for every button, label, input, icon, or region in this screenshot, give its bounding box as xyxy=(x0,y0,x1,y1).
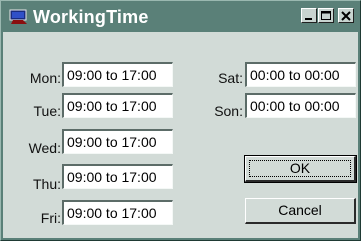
label-sat: Sat: xyxy=(218,70,243,86)
close-button[interactable] xyxy=(338,8,354,23)
field-mon[interactable]: 09:00 to 17:00 xyxy=(62,62,173,87)
cancel-button-label: Cancel xyxy=(278,202,322,218)
maximize-icon xyxy=(321,11,331,20)
label-mon: Mon: xyxy=(29,70,61,86)
field-tue[interactable]: 09:00 to 17:00 xyxy=(62,93,173,118)
window-title: WorkingTime xyxy=(33,7,149,27)
label-thu: Thu: xyxy=(32,176,61,192)
working-time-dialog: WorkingTime Mon: 09:00 to 17:00 Tue: 09:… xyxy=(0,0,361,241)
label-wed: Wed: xyxy=(28,140,61,156)
field-fri[interactable]: 09:00 to 17:00 xyxy=(62,200,173,225)
minimize-button[interactable] xyxy=(301,8,317,23)
field-son[interactable]: 00:00 to 00:00 xyxy=(245,93,356,118)
title-bar[interactable]: WorkingTime xyxy=(3,3,358,31)
monitor-icon xyxy=(9,9,29,25)
focus-rectangle xyxy=(249,160,351,177)
cancel-button[interactable]: Cancel xyxy=(245,198,356,224)
field-wed[interactable]: 09:00 to 17:00 xyxy=(62,129,173,154)
field-thu[interactable]: 09:00 to 17:00 xyxy=(62,164,173,189)
label-son: Son: xyxy=(214,103,243,119)
maximize-button[interactable] xyxy=(318,8,334,23)
dialog-body: Mon: 09:00 to 17:00 Tue: 09:00 to 17:00 … xyxy=(3,32,358,238)
label-tue: Tue: xyxy=(33,103,62,119)
field-sat[interactable]: 00:00 to 00:00 xyxy=(245,62,356,87)
label-fri: Fri: xyxy=(40,210,61,226)
minimize-icon xyxy=(305,18,312,20)
ok-button[interactable]: OK xyxy=(244,155,357,183)
close-icon xyxy=(341,11,351,21)
